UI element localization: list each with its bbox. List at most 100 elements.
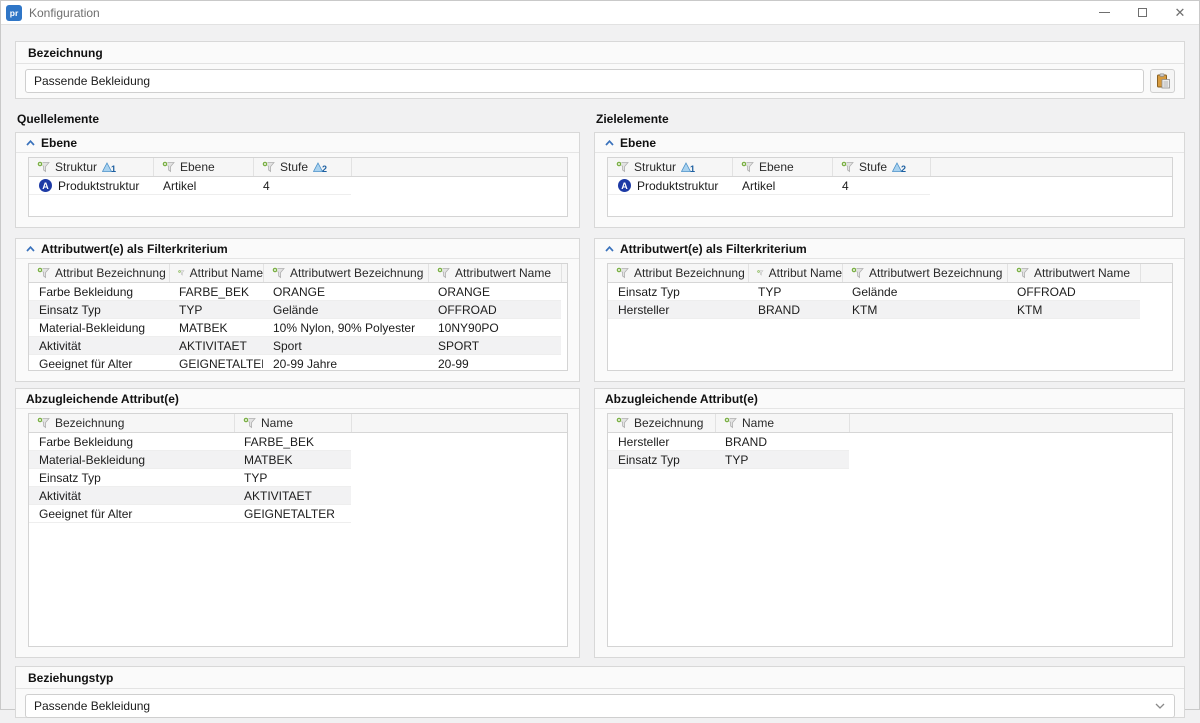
table-row[interactable]: HerstellerBRANDKTMKTM (608, 301, 1140, 319)
column-header-label: Attribut Name (769, 266, 842, 280)
column-header-label: Struktur (634, 160, 676, 174)
bezeichnung-input[interactable] (25, 69, 1144, 93)
maximize-button[interactable] (1123, 1, 1161, 24)
table-cell: 4 (253, 179, 351, 193)
item-type-a-icon: A (618, 179, 631, 192)
table-cell: Einsatz Typ (29, 303, 169, 317)
source-ebene-table: Struktur 1 EbeneStufe2AProduktstrukturArti… (29, 158, 567, 195)
cell-text: Aktivität (39, 489, 81, 503)
cell-text: Material-Bekleidung (39, 453, 145, 467)
target-filter-header[interactable]: Attributwert(e) als Filterkriterium (595, 239, 1184, 259)
source-match-title: Abzugleichende Attribut(e) (26, 392, 179, 406)
cell-text: 20-99 (438, 357, 469, 371)
table-row[interactable]: Farbe BekleidungFARBE_BEKORANGEORANGE (29, 283, 561, 301)
column-header-ebene[interactable]: Ebene (732, 158, 832, 176)
table-cell: Farbe Bekleidung (29, 435, 234, 449)
cell-text: Farbe Bekleidung (39, 435, 133, 449)
target-match-title: Abzugleichende Attribut(e) (605, 392, 758, 406)
column-header-ebene[interactable]: Ebene (153, 158, 253, 176)
table-cell: FARBE_BEK (169, 285, 263, 299)
column-header-filler (351, 414, 567, 432)
table-row[interactable]: Geeignet für Alter GEIGNETALTER (29, 505, 351, 523)
cell-text: BRAND (725, 435, 767, 449)
table-cell: AProduktstruktur (608, 179, 732, 193)
column-header-attributwert-bezeichnung[interactable]: Attributwert Bezeichnung (263, 264, 428, 282)
column-header-attribut-bezeichnung[interactable]: Attribut Bezeichnung (29, 264, 169, 282)
column-header-bezeichnung[interactable]: Bezeichnung (29, 414, 234, 432)
source-filter-table: Attribut BezeichnungAttribut NameAttribu… (29, 264, 567, 371)
cell-text: 4 (263, 179, 270, 193)
minimize-icon (1099, 12, 1110, 13)
table-cell: ORANGE (263, 285, 428, 299)
window-controls: ✕ (1085, 1, 1199, 24)
target-match-header: Abzugleichende Attribut(e) (595, 389, 1184, 409)
table-cell: Aktivität (29, 339, 169, 353)
column-header-label: Struktur (55, 160, 97, 174)
column-header-attribut-name[interactable]: Attribut Name (748, 264, 842, 282)
table-cell: 20-99 (428, 357, 561, 371)
table-row[interactable]: AktivitätAKTIVITAET (29, 487, 351, 505)
target-ebene-header[interactable]: Ebene (595, 133, 1184, 153)
column-header-attributwert-bezeichnung[interactable]: Attributwert Bezeichnung (842, 264, 1007, 282)
beziehungstyp-select[interactable]: Passende Bekleidung (25, 694, 1175, 718)
column-header-name[interactable]: Name (715, 414, 849, 432)
column-header-filler (351, 158, 567, 176)
sort-ascending-order-icon: 1 (102, 162, 117, 173)
source-match-card: BezeichnungNameFarbe BekleidungFARBE_BEK… (28, 413, 568, 647)
title-bar: pr Konfiguration ✕ (1, 1, 1199, 25)
cell-text: Farbe Bekleidung (39, 285, 133, 299)
paste-button[interactable] (1150, 69, 1175, 93)
cell-text: TYP (758, 285, 781, 299)
cell-text: GEIGNETALTER (244, 507, 335, 521)
table-row[interactable]: HerstellerBRAND (608, 433, 849, 451)
chevron-down-icon (1154, 702, 1166, 710)
table-cell: MATBEK (169, 321, 263, 335)
column-header-attribut-bezeichnung[interactable]: Attribut Bezeichnung (608, 264, 748, 282)
column-header-name[interactable]: Name (234, 414, 351, 432)
target-match-card: BezeichnungNameHerstellerBRANDEinsatz Ty… (607, 413, 1173, 647)
column-header-attributwert-name[interactable]: Attributwert Name (428, 264, 561, 282)
column-header-stufe[interactable]: Stufe 2 (832, 158, 930, 176)
table-cell: SPORT (428, 339, 561, 353)
panel-source-ebene: Ebene Struktur1EbeneStufe2AProduktstrukt… (15, 132, 580, 228)
table-row[interactable]: AProduktstrukturArtikel4 (29, 177, 351, 195)
target-ebene-title: Ebene (620, 136, 656, 150)
beziehungstyp-label: Beziehungstyp (16, 667, 1184, 689)
table-cell: BRAND (748, 303, 842, 317)
table-header-row: BezeichnungName (29, 414, 567, 433)
table-row[interactable]: Material-BekleidungMATBEK10% Nylon, 90% … (29, 319, 561, 337)
bezeichnung-label: Bezeichnung (16, 42, 1184, 64)
svg-text:2: 2 (901, 164, 906, 173)
table-row[interactable]: Material-Bekleidung MATBEK (29, 451, 351, 469)
table-cell: Einsatz Typ (29, 471, 234, 485)
column-header-attributwert-name[interactable]: Attributwert Name (1007, 264, 1140, 282)
table-row[interactable]: Farbe BekleidungFARBE_BEK (29, 433, 351, 451)
column-header-struktur[interactable]: Struktur 1 (29, 158, 153, 176)
source-ebene-header[interactable]: Ebene (16, 133, 579, 153)
table-row[interactable]: Einsatz TypTYP (29, 469, 351, 487)
table-row[interactable]: Einsatz TypTYPGeländeOFFROAD (608, 283, 1140, 301)
table-row[interactable]: AktivitätAKTIVITAETSportSPORT (29, 337, 561, 355)
table-cell: BRAND (715, 435, 849, 449)
table-row[interactable]: AProduktstrukturArtikel4 (608, 177, 930, 195)
beziehungstyp-section: Beziehungstyp Passende Bekleidung (15, 666, 1185, 718)
cell-text: Geeignet für Alter (39, 507, 132, 521)
table-row[interactable]: Einsatz TypTYP (608, 451, 849, 469)
table-cell: OFFROAD (428, 303, 561, 317)
source-filter-header[interactable]: Attributwert(e) als Filterkriterium (16, 239, 579, 259)
cell-text: 10NY90PO (438, 321, 499, 335)
column-header-struktur[interactable]: Struktur1 (608, 158, 732, 176)
minimize-button[interactable] (1085, 1, 1123, 24)
column-header-bezeichnung[interactable]: Bezeichnung (608, 414, 715, 432)
table-row[interactable]: Einsatz TypTYPGeländeOFFROAD (29, 301, 561, 319)
column-header-filler (849, 414, 1172, 432)
cell-text: Gelände (273, 303, 318, 317)
column-header-label: Attribut Bezeichnung (55, 266, 166, 280)
table-cell: MATBEK (234, 453, 351, 467)
table-row[interactable]: Geeignet für AlterGEIGNETALTER20-99 Jahr… (29, 355, 561, 371)
filter-funnel-plus-icon (178, 267, 185, 279)
column-header-attribut-name[interactable]: Attribut Name (169, 264, 263, 282)
column-header-label: Stufe (859, 160, 887, 174)
close-button[interactable]: ✕ (1161, 1, 1199, 24)
column-header-stufe[interactable]: Stufe2 (253, 158, 351, 176)
